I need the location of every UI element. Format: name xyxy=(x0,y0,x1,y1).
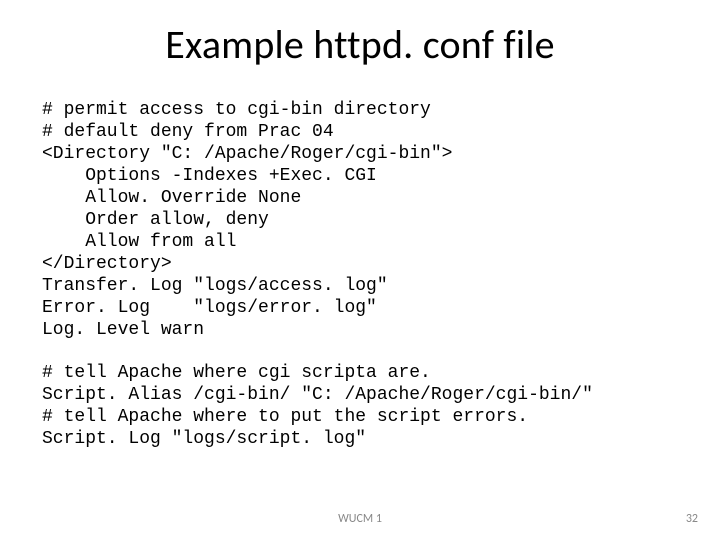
slide: Example httpd. conf file # permit access… xyxy=(0,0,720,540)
page-title: Example httpd. conf file xyxy=(0,20,720,69)
footer-label: WUCM 1 xyxy=(0,512,720,526)
page-number: 32 xyxy=(686,512,698,526)
config-code-block: # permit access to cgi-bin directory # d… xyxy=(42,100,593,451)
